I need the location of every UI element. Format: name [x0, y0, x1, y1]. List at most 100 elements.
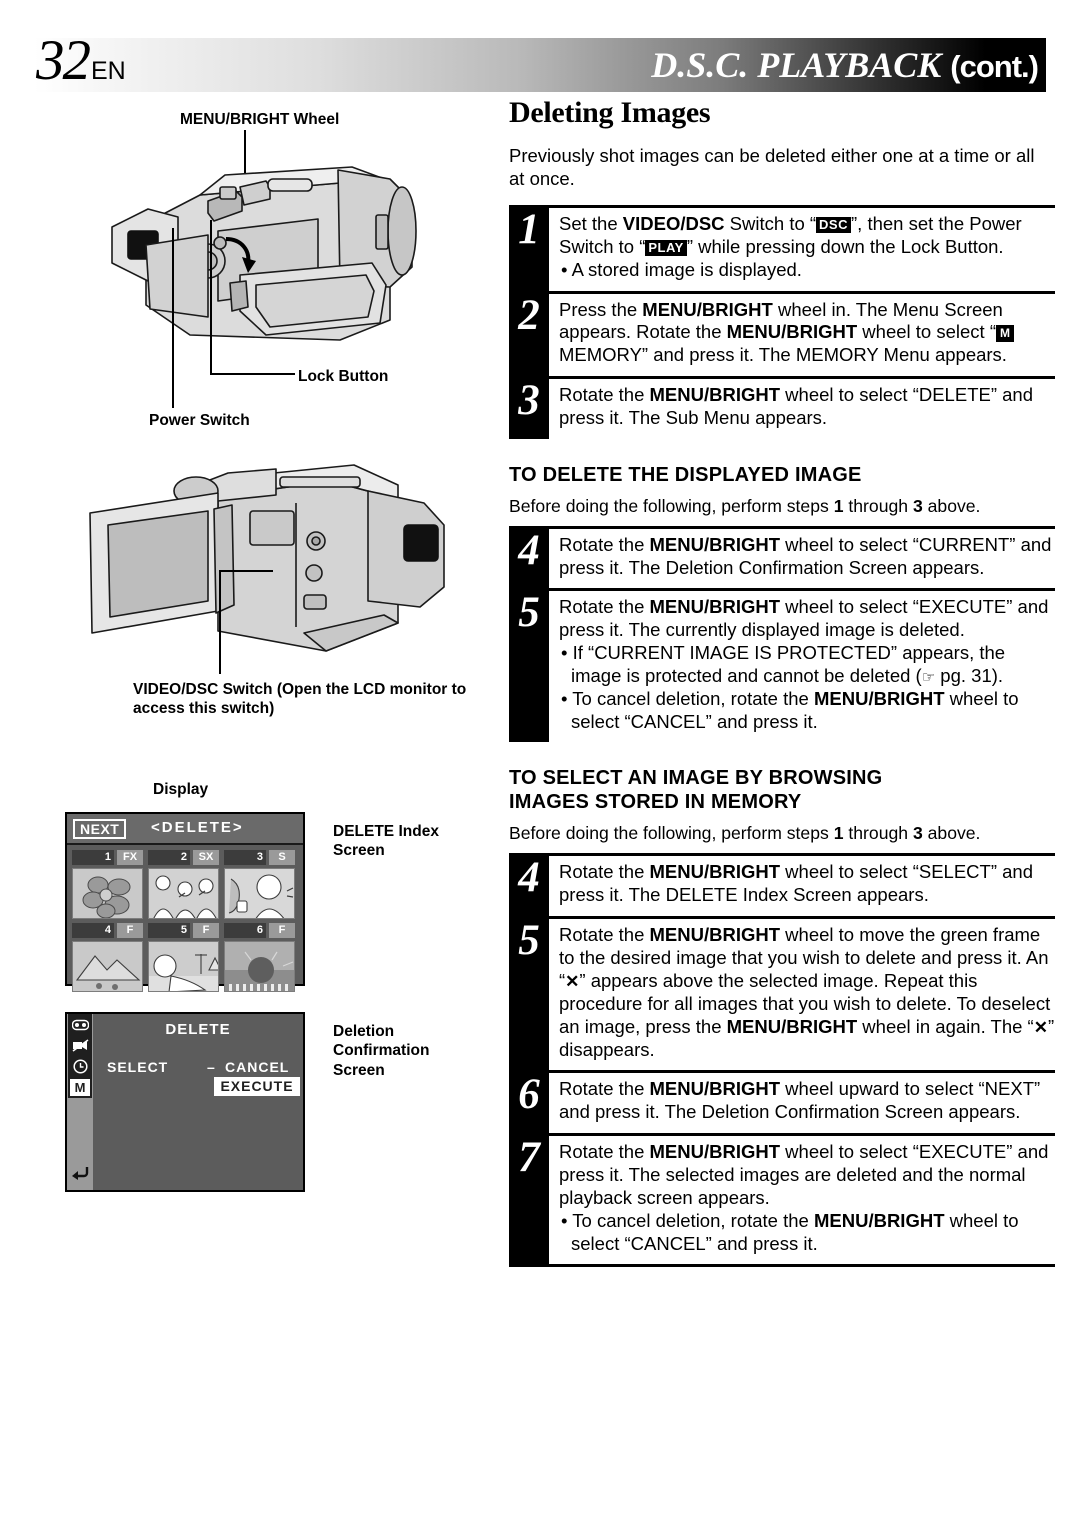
camera-tape-icon[interactable]: [68, 1014, 92, 1035]
index-cell-bar: 3 S: [224, 850, 295, 865]
label-power-switch: Power Switch: [149, 412, 250, 429]
index-cell[interactable]: 1 FX: [72, 850, 143, 919]
label-video-dsc-switch: VIDEO/DSC Switch (Open the LCD monitor t…: [133, 681, 467, 718]
index-cell-bar: 4 F: [72, 923, 143, 938]
section-intro: Previously shot images can be deleted ei…: [509, 145, 1035, 190]
delete-index-screen-mockup: NEXT <DELETE> 1 FX 2 SX 3 S 4 F 5 F 6 F: [65, 812, 305, 992]
subsection-heading-line1: TO SELECT AN IMAGE BY BROWSING: [509, 767, 883, 790]
page-title: D.S.C. PLAYBACK (cont.): [651, 44, 1039, 86]
index-thumbnail-people-singing[interactable]: [148, 868, 219, 919]
step-number: 5: [509, 591, 549, 743]
index-cell[interactable]: 4 F: [72, 923, 143, 992]
steps-section-b: 4 Rotate the MENU/BRIGHT wheel to select…: [509, 853, 1055, 1268]
deletion-confirmation-screen-mockup: M DELETE SELECT – CANCEL EXECUTE: [65, 1012, 305, 1192]
step-text: Rotate the MENU/BRIGHT wheel to select “…: [559, 533, 1052, 578]
label-deletion-confirmation-screen: Deletion Confirmation Screen: [333, 1023, 430, 1079]
index-cell-bar: 2 SX: [148, 850, 219, 865]
step-text: Rotate the MENU/BRIGHT wheel to select “…: [559, 596, 1049, 732]
index-cell-tag: FX: [117, 850, 143, 865]
index-cell-bar: 5 F: [148, 923, 219, 938]
subsection-heading-line2: IMAGES STORED IN MEMORY: [509, 791, 802, 814]
leader-line-power-switch: [172, 228, 174, 408]
instructions-column: Deleting Images Previously shot images c…: [509, 96, 1055, 1268]
index-thumbnail-sunset-pier[interactable]: [224, 941, 295, 992]
index-thumbnail-beach-person[interactable]: [148, 941, 219, 992]
step-item: 2 Press the MENU/BRIGHT wheel in. The Me…: [509, 290, 1055, 377]
confirmation-screen-sidebar: M: [67, 1014, 93, 1190]
index-cell-bar: 1 FX: [72, 850, 143, 865]
step-item: 6 Rotate the MENU/BRIGHT wheel upward to…: [509, 1070, 1055, 1134]
clock-icon[interactable]: [68, 1056, 92, 1077]
page-title-cont: (cont.): [950, 49, 1039, 84]
language-code: EN: [91, 57, 126, 85]
label-lock-button: Lock Button: [298, 368, 389, 385]
next-button-chip[interactable]: NEXT: [73, 819, 127, 839]
memory-m-icon[interactable]: M: [68, 1077, 92, 1098]
clock-glyph: [72, 1059, 88, 1074]
step-number: 3: [509, 379, 549, 439]
step-text: Rotate the MENU/BRIGHT wheel to select “…: [559, 861, 1033, 906]
mountains-icon: [73, 942, 142, 991]
step-text: Rotate the MENU/BRIGHT wheel to select “…: [559, 1141, 1049, 1254]
index-cell[interactable]: 3 S: [224, 850, 295, 919]
beach-person-icon: [149, 942, 218, 991]
page-title-main: D.S.C. PLAYBACK: [651, 45, 942, 85]
return-arrow-icon[interactable]: [68, 1162, 92, 1183]
index-thumbnail-flower[interactable]: [72, 868, 143, 919]
step-item: 5 Rotate the MENU/BRIGHT wheel to select…: [509, 588, 1055, 743]
subsection-heading-select-browsing: TO SELECT AN IMAGE BY BROWSING IMAGES ST…: [509, 766, 1055, 814]
index-row-bottom: 4 F 5 F 6 F: [72, 923, 298, 992]
confirmation-dash: –: [207, 1059, 215, 1075]
leader-line-video-dsc-v: [219, 570, 221, 674]
index-cell-bar: 6 F: [224, 923, 295, 938]
index-cell-number: 4: [72, 923, 114, 938]
index-thumbnail-mountains[interactable]: [72, 941, 143, 992]
section-title: Deleting Images: [509, 96, 711, 129]
step-text: Set the VIDEO/DSC Switch to “DSC”, then …: [559, 212, 1022, 280]
step-item: 4 Rotate the MENU/BRIGHT wheel to select…: [509, 853, 1055, 917]
confirmation-screen-title: DELETE: [165, 1021, 231, 1038]
index-cell[interactable]: 6 F: [224, 923, 295, 992]
step-number: 7: [509, 1136, 549, 1265]
step-number: 4: [509, 528, 549, 589]
leader-line-video-dsc-h: [219, 570, 273, 572]
leader-line-lock-button: [210, 220, 212, 373]
page-number: 32EN: [36, 32, 126, 89]
camcorder-illustration-lcd-open: [89, 464, 445, 652]
index-row-top: 1 FX 2 SX 3 S: [72, 850, 298, 919]
index-cell-number: 3: [224, 850, 266, 865]
label-menu-bright-wheel: MENU/BRIGHT Wheel: [180, 111, 340, 128]
index-thumbnail-woman-drinking[interactable]: [224, 868, 295, 919]
camera-slash-icon[interactable]: [68, 1035, 92, 1056]
index-cell[interactable]: 2 SX: [148, 850, 219, 919]
index-cell-tag: S: [269, 850, 295, 865]
step-number: 5: [509, 919, 549, 1071]
leader-line-lock-button-h: [210, 373, 295, 375]
camera-slash-glyph: [72, 1039, 88, 1052]
step-item: 1 Set the VIDEO/DSC Switch to “DSC”, the…: [509, 204, 1055, 291]
index-cell-tag: SX: [193, 850, 219, 865]
step-number: 2: [509, 293, 549, 377]
step-text: Rotate the MENU/BRIGHT wheel upward to s…: [559, 1078, 1041, 1123]
label-delete-index-screen: DELETE Index Screen: [333, 823, 439, 860]
index-cell[interactable]: 5 F: [148, 923, 219, 992]
sunset-pier-icon: [225, 942, 294, 991]
index-cell-number: 2: [148, 850, 190, 865]
index-screen-title: <DELETE>: [151, 819, 244, 836]
step-item: 7 Rotate the MENU/BRIGHT wheel to select…: [509, 1133, 1055, 1265]
people-singing-icon: [149, 869, 218, 918]
step-text: Rotate the MENU/BRIGHT wheel to select “…: [559, 384, 1033, 428]
confirmation-execute-option[interactable]: EXECUTE: [214, 1077, 300, 1096]
index-screen-header: NEXT <DELETE>: [67, 814, 303, 845]
flower-icon: [73, 869, 142, 918]
steps-section-a: 4 Rotate the MENU/BRIGHT wheel to select…: [509, 525, 1055, 743]
steps-main: 1 Set the VIDEO/DSC Switch to “DSC”, the…: [509, 204, 1055, 439]
return-arrow-glyph: [72, 1166, 89, 1180]
label-display: Display: [153, 781, 209, 798]
manual-page: 32EN D.S.C. PLAYBACK (cont.) MENU/BRIGHT…: [0, 0, 1080, 1533]
index-cell-tag: F: [117, 923, 143, 938]
step-text: Rotate the MENU/BRIGHT wheel to move the…: [559, 924, 1055, 1060]
confirmation-cancel-option[interactable]: CANCEL: [225, 1059, 289, 1075]
step-number: 6: [509, 1073, 549, 1134]
confirmation-select-label: SELECT: [107, 1059, 169, 1075]
